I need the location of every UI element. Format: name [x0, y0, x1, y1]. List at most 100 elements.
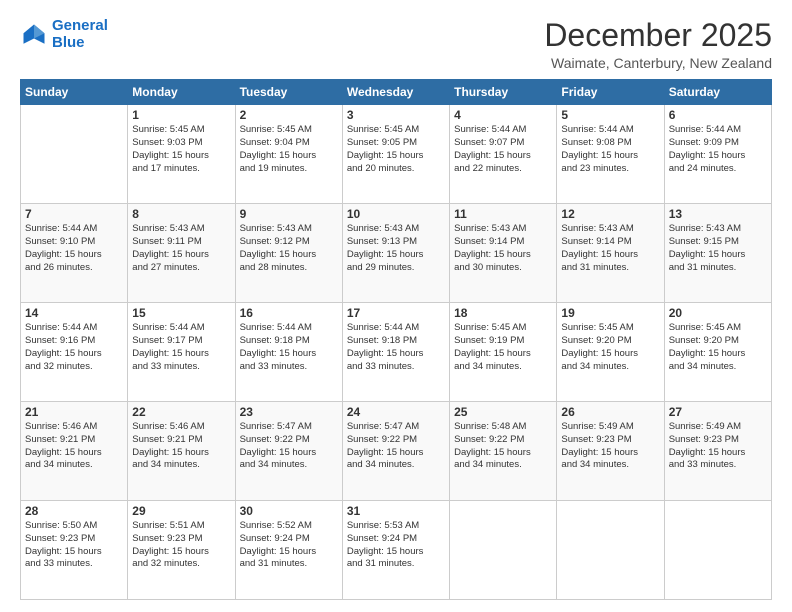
- calendar-cell: 21 Sunrise: 5:46 AM Sunset: 9:21 PM Dayli…: [21, 402, 128, 501]
- day-number: 18: [454, 306, 552, 320]
- calendar-cell: 30 Sunrise: 5:52 AM Sunset: 9:24 PM Dayli…: [235, 501, 342, 600]
- day-number: 19: [561, 306, 659, 320]
- calendar-cell: 24 Sunrise: 5:47 AM Sunset: 9:22 PM Dayli…: [342, 402, 449, 501]
- calendar-cell: 16Sunrise: 5:44 AM Sunset: 9:18 PM Dayli…: [235, 303, 342, 402]
- day-info: Sunrise: 5:51 AM Sunset: 9:23 PM Dayligh…: [132, 520, 230, 571]
- col-saturday: Saturday: [664, 80, 771, 105]
- day-number: 31: [347, 504, 445, 518]
- day-number: 6: [669, 108, 767, 122]
- calendar-cell: 11 Sunrise: 5:43 AM Sunset: 9:14 PM Dayli…: [450, 204, 557, 303]
- day-number: 29: [132, 504, 230, 518]
- day-info: Sunrise: 5:43 AM Sunset: 9:13 PM Dayligh…: [347, 223, 445, 274]
- day-info: Sunrise: 5:44 AM Sunset: 9:08 PM Dayligh…: [561, 124, 659, 175]
- calendar-week-4: 21 Sunrise: 5:46 AM Sunset: 9:21 PM Dayli…: [21, 402, 772, 501]
- calendar-cell: [21, 105, 128, 204]
- calendar-cell: 19Sunrise: 5:45 AM Sunset: 9:20 PM Dayli…: [557, 303, 664, 402]
- logo-line1: General: [52, 17, 108, 34]
- calendar-cell: 26 Sunrise: 5:49 AM Sunset: 9:23 PM Dayli…: [557, 402, 664, 501]
- day-number: 20: [669, 306, 767, 320]
- day-info: Sunrise: 5:44 AM Sunset: 9:10 PM Dayligh…: [25, 223, 123, 274]
- calendar-cell: 7 Sunrise: 5:44 AM Sunset: 9:10 PM Daylig…: [21, 204, 128, 303]
- day-number: 15: [132, 306, 230, 320]
- day-info: Sunrise: 5:47 AM Sunset: 9:22 PM Dayligh…: [240, 421, 338, 472]
- day-number: 12: [561, 207, 659, 221]
- logo-line2: Blue: [52, 34, 85, 51]
- day-info: Sunrise: 5:43 AM Sunset: 9:14 PM Dayligh…: [561, 223, 659, 274]
- day-info: Sunrise: 5:45 AM Sunset: 9:04 PM Dayligh…: [240, 124, 338, 175]
- day-number: 26: [561, 405, 659, 419]
- day-number: 9: [240, 207, 338, 221]
- col-friday: Friday: [557, 80, 664, 105]
- day-info: Sunrise: 5:44 AM Sunset: 9:07 PM Dayligh…: [454, 124, 552, 175]
- calendar-cell: 23 Sunrise: 5:47 AM Sunset: 9:22 PM Dayli…: [235, 402, 342, 501]
- page: General Blue December 2025 Waimate, Cant…: [0, 0, 792, 612]
- calendar-cell: 8 Sunrise: 5:43 AM Sunset: 9:11 PM Daylig…: [128, 204, 235, 303]
- day-number: 22: [132, 405, 230, 419]
- col-thursday: Thursday: [450, 80, 557, 105]
- day-info: Sunrise: 5:47 AM Sunset: 9:22 PM Dayligh…: [347, 421, 445, 472]
- day-info: Sunrise: 5:49 AM Sunset: 9:23 PM Dayligh…: [669, 421, 767, 472]
- day-info: Sunrise: 5:44 AM Sunset: 9:17 PM Dayligh…: [132, 322, 230, 373]
- calendar-cell: 6Sunrise: 5:44 AM Sunset: 9:09 PM Daylig…: [664, 105, 771, 204]
- calendar-cell: 5 Sunrise: 5:44 AM Sunset: 9:08 PM Daylig…: [557, 105, 664, 204]
- day-info: Sunrise: 5:44 AM Sunset: 9:16 PM Dayligh…: [25, 322, 123, 373]
- col-wednesday: Wednesday: [342, 80, 449, 105]
- calendar-cell: 2 Sunrise: 5:45 AM Sunset: 9:04 PM Daylig…: [235, 105, 342, 204]
- day-info: Sunrise: 5:43 AM Sunset: 9:15 PM Dayligh…: [669, 223, 767, 274]
- day-info: Sunrise: 5:52 AM Sunset: 9:24 PM Dayligh…: [240, 520, 338, 571]
- calendar-cell: [664, 501, 771, 600]
- day-number: 23: [240, 405, 338, 419]
- day-number: 30: [240, 504, 338, 518]
- day-number: 21: [25, 405, 123, 419]
- day-info: Sunrise: 5:44 AM Sunset: 9:18 PM Dayligh…: [240, 322, 338, 373]
- day-info: Sunrise: 5:45 AM Sunset: 9:05 PM Dayligh…: [347, 124, 445, 175]
- day-info: Sunrise: 5:44 AM Sunset: 9:18 PM Dayligh…: [347, 322, 445, 373]
- calendar-header-row: Sunday Monday Tuesday Wednesday Thursday…: [21, 80, 772, 105]
- calendar-cell: 20Sunrise: 5:45 AM Sunset: 9:20 PM Dayli…: [664, 303, 771, 402]
- calendar-cell: 4Sunrise: 5:44 AM Sunset: 9:07 PM Daylig…: [450, 105, 557, 204]
- calendar-cell: 13Sunrise: 5:43 AM Sunset: 9:15 PM Dayli…: [664, 204, 771, 303]
- calendar-cell: [557, 501, 664, 600]
- main-title: December 2025: [544, 18, 772, 53]
- subtitle: Waimate, Canterbury, New Zealand: [544, 55, 772, 71]
- day-number: 2: [240, 108, 338, 122]
- day-number: 3: [347, 108, 445, 122]
- calendar-cell: 9 Sunrise: 5:43 AM Sunset: 9:12 PM Daylig…: [235, 204, 342, 303]
- calendar-table: Sunday Monday Tuesday Wednesday Thursday…: [20, 79, 772, 600]
- calendar-week-3: 14Sunrise: 5:44 AM Sunset: 9:16 PM Dayli…: [21, 303, 772, 402]
- col-sunday: Sunday: [21, 80, 128, 105]
- day-number: 25: [454, 405, 552, 419]
- col-monday: Monday: [128, 80, 235, 105]
- calendar-week-1: 1Sunrise: 5:45 AM Sunset: 9:03 PM Daylig…: [21, 105, 772, 204]
- day-info: Sunrise: 5:53 AM Sunset: 9:24 PM Dayligh…: [347, 520, 445, 571]
- calendar-cell: 17 Sunrise: 5:44 AM Sunset: 9:18 PM Dayli…: [342, 303, 449, 402]
- day-info: Sunrise: 5:46 AM Sunset: 9:21 PM Dayligh…: [25, 421, 123, 472]
- day-info: Sunrise: 5:43 AM Sunset: 9:11 PM Dayligh…: [132, 223, 230, 274]
- logo-icon: [20, 21, 48, 49]
- day-info: Sunrise: 5:49 AM Sunset: 9:23 PM Dayligh…: [561, 421, 659, 472]
- day-info: Sunrise: 5:45 AM Sunset: 9:03 PM Dayligh…: [132, 124, 230, 175]
- day-number: 11: [454, 207, 552, 221]
- calendar-cell: 22 Sunrise: 5:46 AM Sunset: 9:21 PM Dayli…: [128, 402, 235, 501]
- calendar-cell: 28Sunrise: 5:50 AM Sunset: 9:23 PM Dayli…: [21, 501, 128, 600]
- logo-text: General Blue: [52, 18, 108, 51]
- day-number: 8: [132, 207, 230, 221]
- day-number: 5: [561, 108, 659, 122]
- day-number: 17: [347, 306, 445, 320]
- day-number: 7: [25, 207, 123, 221]
- day-number: 28: [25, 504, 123, 518]
- day-number: 24: [347, 405, 445, 419]
- day-info: Sunrise: 5:43 AM Sunset: 9:14 PM Dayligh…: [454, 223, 552, 274]
- col-tuesday: Tuesday: [235, 80, 342, 105]
- day-info: Sunrise: 5:43 AM Sunset: 9:12 PM Dayligh…: [240, 223, 338, 274]
- calendar-cell: 1Sunrise: 5:45 AM Sunset: 9:03 PM Daylig…: [128, 105, 235, 204]
- calendar-cell: 25Sunrise: 5:48 AM Sunset: 9:22 PM Dayli…: [450, 402, 557, 501]
- calendar-cell: 29 Sunrise: 5:51 AM Sunset: 9:23 PM Dayli…: [128, 501, 235, 600]
- calendar-cell: 3 Sunrise: 5:45 AM Sunset: 9:05 PM Daylig…: [342, 105, 449, 204]
- calendar-cell: 12 Sunrise: 5:43 AM Sunset: 9:14 PM Dayli…: [557, 204, 664, 303]
- day-info: Sunrise: 5:45 AM Sunset: 9:19 PM Dayligh…: [454, 322, 552, 373]
- calendar-cell: 27Sunrise: 5:49 AM Sunset: 9:23 PM Dayli…: [664, 402, 771, 501]
- logo: General Blue: [20, 18, 108, 51]
- calendar-cell: 18 Sunrise: 5:45 AM Sunset: 9:19 PM Dayli…: [450, 303, 557, 402]
- day-info: Sunrise: 5:46 AM Sunset: 9:21 PM Dayligh…: [132, 421, 230, 472]
